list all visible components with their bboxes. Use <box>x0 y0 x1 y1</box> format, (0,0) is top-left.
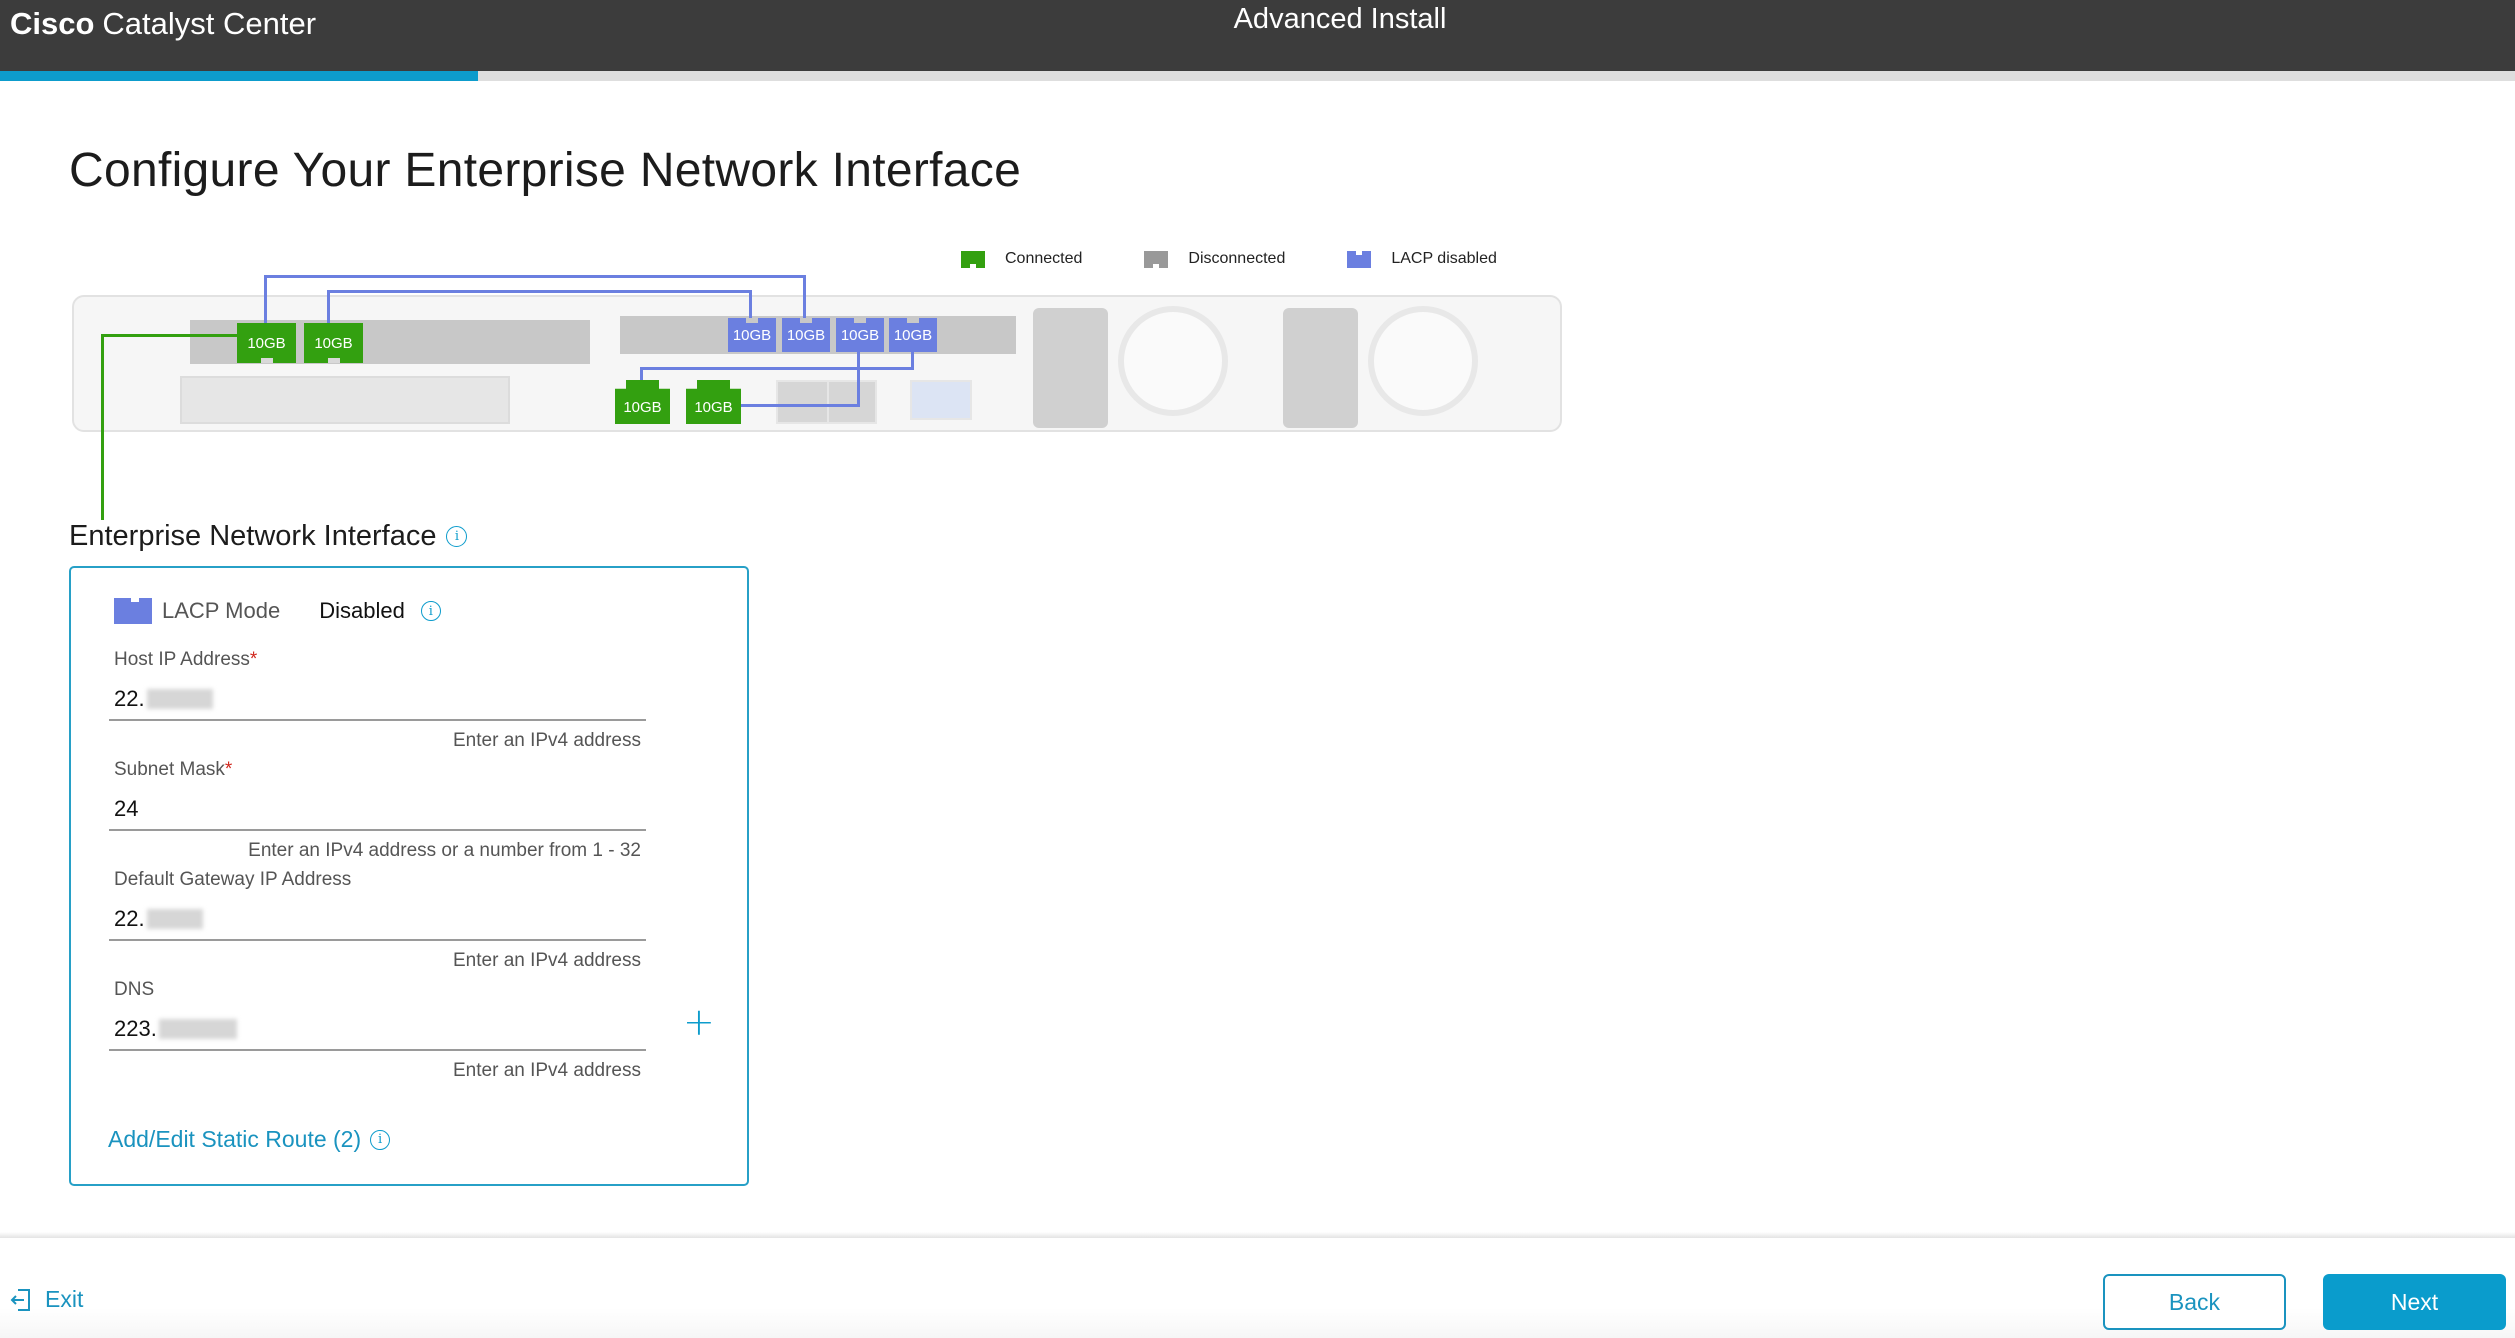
port-legend: Connected Disconnected LACP disabled <box>961 250 1559 268</box>
port-label: 10GB <box>840 326 880 344</box>
lacp-port-icon <box>114 598 152 624</box>
mgmt-port <box>776 380 830 424</box>
static-route-info-icon[interactable]: i <box>370 1129 391 1150</box>
port-label: 10GB <box>732 326 772 344</box>
host-ip-label: Host IP Address* <box>114 649 646 671</box>
static-route-row: Add/Edit Static Route (2) i <box>108 1126 391 1153</box>
server-rear-panel-diagram: 10GB 10GB 10GB 10GB 10GB 10GB 10GB 10GB <box>68 268 1568 520</box>
link-wire <box>264 275 267 323</box>
enterprise-link-wire <box>101 334 238 337</box>
port-label: 10GB <box>314 334 353 352</box>
cimc-port <box>827 380 877 424</box>
exit-icon <box>10 1288 30 1311</box>
port-enterprise-1[interactable]: 10GB <box>237 323 296 363</box>
port-label: 10GB <box>893 326 933 344</box>
port-enterprise-2[interactable]: 10GB <box>304 323 363 363</box>
subnet-mask-hint: Enter an IPv4 address or a number from 1… <box>248 840 641 861</box>
gateway-hint: Enter an IPv4 address <box>453 950 641 971</box>
lacp-disabled-swatch-icon <box>1347 250 1372 268</box>
link-wire <box>803 275 806 319</box>
redacted-value <box>158 1019 237 1039</box>
host-ip-hint: Enter an IPv4 address <box>453 730 641 751</box>
page-title: Configure Your Enterprise Network Interf… <box>69 144 1022 197</box>
section-title-text: Enterprise Network Interface <box>69 520 437 552</box>
add-dns-plus-icon[interactable]: + <box>683 1003 715 1041</box>
lacp-mode-label: LACP Mode <box>162 598 281 623</box>
next-button[interactable]: Next <box>2323 1274 2506 1330</box>
vga-port <box>910 380 972 420</box>
link-wire <box>640 367 643 382</box>
legend-lacp-disabled: LACP disabled <box>1347 250 1497 268</box>
port-lacp-1[interactable]: 10GB <box>728 318 776 352</box>
link-wire <box>640 367 914 370</box>
legend-connected: Connected <box>961 250 1082 268</box>
input-value: 22. <box>114 906 145 931</box>
connected-swatch-icon <box>961 250 985 268</box>
section-title: Enterprise Network Interface i <box>69 520 468 553</box>
link-wire <box>327 290 751 293</box>
back-button[interactable]: Back <box>2103 1274 2286 1330</box>
link-wire <box>327 290 330 323</box>
port-label: 10GB <box>786 326 826 344</box>
progress-fill <box>0 71 478 81</box>
port-label: 10GB <box>623 398 662 416</box>
dns-label: DNS <box>114 979 155 1000</box>
gateway-input[interactable]: 22. <box>109 899 646 941</box>
redacted-value <box>146 909 203 929</box>
footer-bar: Exit Back Next <box>0 1238 2515 1338</box>
legend-label: Connected <box>1005 250 1083 267</box>
input-value: 24 <box>114 796 139 821</box>
link-wire <box>857 352 860 406</box>
pcie-slot-3 <box>180 376 510 424</box>
port-label: 10GB <box>247 334 286 352</box>
gateway-label: Default Gateway IP Address <box>114 869 352 890</box>
subnet-mask-field: Subnet Mask* 24 Enter an IPv4 address or… <box>109 759 646 862</box>
dns-hint: Enter an IPv4 address <box>453 1060 641 1081</box>
add-edit-static-route-link[interactable]: Add/Edit Static Route (2) <box>108 1126 361 1153</box>
required-marker: * <box>224 759 233 780</box>
wizard-progress-bar <box>0 71 2515 81</box>
subnet-mask-input[interactable]: 24 <box>109 789 646 831</box>
dns-input[interactable]: 223. <box>109 1009 646 1051</box>
legend-label: LACP disabled <box>1391 250 1497 267</box>
port-lacp-4[interactable]: 10GB <box>889 318 937 352</box>
link-wire <box>264 275 805 278</box>
host-ip-input[interactable]: 22. <box>109 679 646 721</box>
enterprise-interface-form: LACP Mode Disabled i Host IP Address* 22… <box>69 566 749 1186</box>
host-ip-field: Host IP Address* 22. Enter an IPv4 addre… <box>109 649 646 752</box>
exit-label: Exit <box>45 1286 84 1312</box>
gateway-field: Default Gateway IP Address 22. Enter an … <box>109 869 646 972</box>
link-wire <box>741 404 860 407</box>
link-wire <box>749 290 752 319</box>
legend-disconnected: Disconnected <box>1144 250 1285 268</box>
wizard-title: Advanced Install <box>1233 3 1447 35</box>
legend-label: Disconnected <box>1188 250 1286 267</box>
port-lacp-3[interactable]: 10GB <box>836 318 884 352</box>
exit-button[interactable]: Exit <box>10 1286 83 1313</box>
top-bar: Cisco Catalyst Center Advanced Install <box>0 0 2515 71</box>
required-marker: * <box>249 649 258 670</box>
lacp-mode-value: Disabled <box>319 598 405 623</box>
psu-2-fan-icon <box>1368 306 1478 416</box>
psu-2-inlet <box>1283 308 1358 428</box>
psu-1-fan-icon <box>1118 306 1228 416</box>
label-text: Host IP Address <box>114 649 250 670</box>
port-label: 10GB <box>694 398 733 416</box>
info-icon[interactable]: i <box>446 526 468 547</box>
lacp-mode-row: LACP Mode Disabled i <box>114 598 441 624</box>
dns-field: DNS 223. Enter an IPv4 address <box>109 979 646 1082</box>
redacted-value <box>146 689 213 709</box>
input-value: 22. <box>114 686 145 711</box>
port-lacp-2[interactable]: 10GB <box>782 318 830 352</box>
input-value: 223. <box>114 1016 157 1041</box>
enterprise-link-wire <box>101 334 104 520</box>
psu-1-inlet <box>1033 308 1108 428</box>
lacp-info-icon[interactable]: i <box>420 601 441 621</box>
disconnected-swatch-icon <box>1144 250 1169 268</box>
label-text: Subnet Mask <box>114 759 225 780</box>
subnet-mask-label: Subnet Mask* <box>114 759 646 781</box>
